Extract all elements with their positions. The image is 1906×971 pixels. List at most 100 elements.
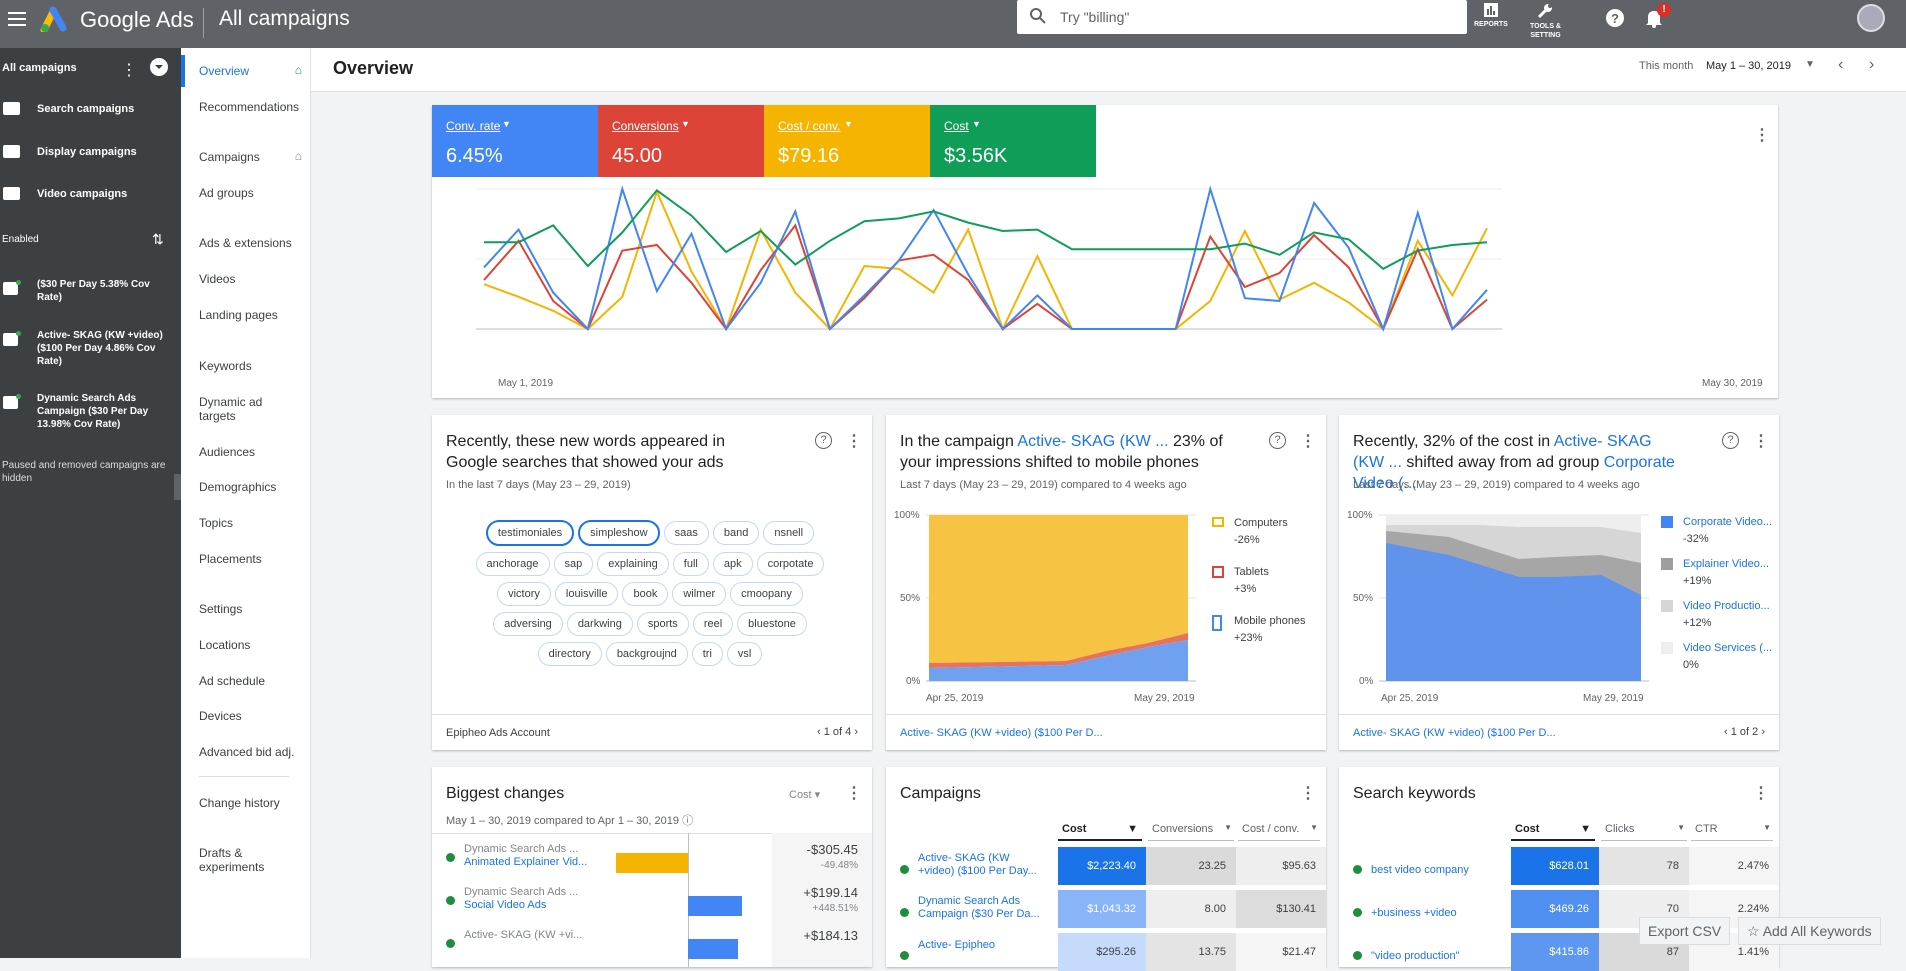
word-chip[interactable]: sports [636,612,689,636]
next-page-icon[interactable]: › [1761,726,1765,738]
nav-topics[interactable]: Topics [199,516,304,530]
word-chip[interactable]: bluestone [737,612,807,636]
campaign-link[interactable]: Active- SKAG (KW +video) ($100 Per D... [900,727,1103,739]
campaign-link[interactable]: Dynamic Search Ads Campaign ($30 Per Da..… [918,895,1040,921]
word-chip[interactable]: louisville [554,582,619,606]
word-chip[interactable]: simpleshow [578,520,660,546]
word-chip[interactable]: book [622,582,669,606]
word-chip[interactable]: nsnell [763,521,815,545]
column-header-cost[interactable]: Cost ▼ [1511,823,1595,841]
word-chip[interactable]: adversing [493,612,563,636]
more-vert-icon[interactable]: ⋮ [1754,125,1770,145]
word-chip[interactable]: sap [553,552,594,576]
word-chip[interactable]: testimoniales [485,520,575,546]
help-icon[interactable]: ? [1722,432,1739,449]
nav-placements[interactable]: Placements [199,552,304,566]
nav-recommendations[interactable]: Recommendations [199,100,304,114]
word-chip[interactable]: full [672,552,709,576]
dropdown-circle-icon[interactable] [150,58,168,76]
word-chip[interactable]: darkwing [566,612,633,636]
campaign-link[interactable]: Active- SKAG (KW +video) ($100 Per Day... [918,852,1037,878]
more-vert-icon[interactable]: ⋮ [1753,783,1769,803]
date-dropdown-icon[interactable]: ▼ [1805,59,1815,70]
campaign-link[interactable]: Active- SKAG (KW ... [1017,433,1168,450]
column-header-ctr[interactable]: CTR ▼ [1691,823,1773,841]
word-chip[interactable]: apk [712,552,753,576]
metric-tab[interactable]: Cost ▼ $3.56K [930,105,1096,177]
date-range[interactable]: May 1 – 30, 2019 [1706,60,1791,72]
word-chip[interactable]: anchorage [475,552,550,576]
nav-locations[interactable]: Locations [199,638,304,652]
word-chip[interactable]: victory [497,582,551,606]
star-icon: ☆ [1747,923,1760,939]
more-vert-icon[interactable]: ⋮ [1300,431,1316,451]
nav-settings[interactable]: Settings [199,602,304,616]
campaign-link[interactable]: Active- Epipheo [918,939,995,952]
nav-demographics[interactable]: Demographics [199,480,304,494]
nav-keywords[interactable]: Keywords [199,359,304,373]
metric-tab[interactable]: Cost / conv. ▼ $79.16 [764,105,930,177]
help-icon[interactable]: ? [1269,432,1286,449]
google-ads-logo[interactable] [40,6,72,35]
metric-tab[interactable]: Conversions ▼ 45.00 [598,105,764,177]
column-header-cost[interactable]: Cost ▼ [1058,823,1142,841]
keyword-link[interactable]: +business +video [1371,907,1457,920]
more-vert-icon[interactable]: ⋮ [846,783,862,803]
nav-drafts-experiments[interactable]: Drafts & experiments [199,846,304,874]
word-chip[interactable]: corpotate [756,552,825,576]
tools-settings-button[interactable]: TOOLS & SETTING [1530,2,1561,40]
more-vert-icon[interactable]: ⋮ [121,60,137,80]
help-icon[interactable]: ? [815,432,832,449]
ad-group-link[interactable]: Animated Explainer Vid... [464,856,587,869]
column-header-clicks[interactable]: Clicks ▼ [1601,823,1687,841]
help-icon[interactable]: ⓘ [682,815,693,827]
nav-devices[interactable]: Devices [199,709,304,723]
metric-tab[interactable]: Conv. rate ▼ 6.45% [432,105,598,177]
prev-page-icon[interactable]: ‹ [1724,726,1728,738]
column-header-cost-per-conv[interactable]: Cost / conv. ▼ [1238,823,1320,841]
avatar[interactable] [1857,4,1885,32]
sort-icon[interactable]: ⇅ [152,231,164,248]
reports-button[interactable]: REPORTS [1474,2,1508,29]
word-chip[interactable]: backgroujnd [605,642,688,666]
nav-ad-schedule[interactable]: Ad schedule [199,674,304,688]
metric-selector[interactable]: Cost ▾ [789,789,820,802]
export-csv-button[interactable]: Export CSV [1639,917,1731,945]
next-period-icon[interactable]: › [1869,56,1874,74]
prev-period-icon[interactable]: ‹ [1838,56,1843,74]
nav-videos[interactable]: Videos [199,272,304,286]
nav-ads-extensions[interactable]: Ads & extensions [199,236,304,250]
campaign-link[interactable]: Active- SKAG (KW +video) ($100 Per D... [1353,727,1556,739]
keyword-link[interactable]: "video production" [1371,950,1460,963]
more-vert-icon[interactable]: ⋮ [1753,431,1769,451]
add-all-keywords-button[interactable]: ☆ Add All Keywords [1738,917,1881,945]
word-chip[interactable]: vsl [726,642,763,666]
nav-landing-pages[interactable]: Landing pages [199,308,304,322]
menu-icon[interactable] [8,12,26,26]
help-icon[interactable]: ? [1605,8,1625,31]
nav-audiences[interactable]: Audiences [199,445,304,459]
nav-dynamic-ad-targets[interactable]: Dynamic ad targets [199,395,304,423]
prev-page-icon[interactable]: ‹ [817,726,821,738]
more-vert-icon[interactable]: ⋮ [846,431,862,451]
more-vert-icon[interactable]: ⋮ [1300,783,1316,803]
word-chip[interactable]: directory [537,642,602,666]
all-campaigns-header[interactable]: All campaigns [2,62,77,74]
next-page-icon[interactable]: › [854,726,858,738]
nav-overview[interactable]: Overview [199,64,304,78]
ad-group-link[interactable]: Social Video Ads [464,899,546,912]
nav-change-history[interactable]: Change history [199,796,304,810]
word-chip[interactable]: reel [692,612,734,636]
word-chip[interactable]: band [712,521,760,545]
column-header-conversions[interactable]: Conversions ▼ [1148,823,1234,841]
nav-advanced-bid-adj[interactable]: Advanced bid adj. [199,745,304,759]
word-chip[interactable]: cmoopany [730,582,803,606]
keyword-link[interactable]: best video company [1371,864,1469,877]
nav-ad-groups[interactable]: Ad groups [199,186,304,200]
word-chip[interactable]: wilmer [672,582,727,606]
word-chip[interactable]: saas [663,521,709,545]
nav-campaigns[interactable]: Campaigns [199,150,304,164]
search-box[interactable]: Try "billing" [1017,0,1467,34]
word-chip[interactable]: tri [691,642,723,666]
word-chip[interactable]: explaining [597,552,669,576]
